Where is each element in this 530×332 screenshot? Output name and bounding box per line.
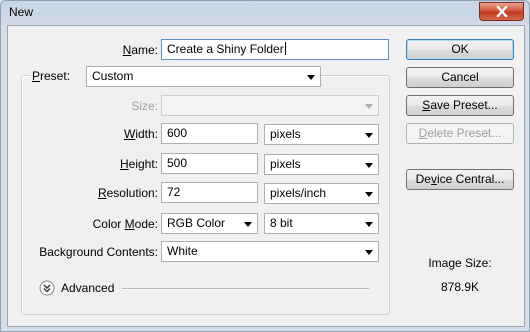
bit-depth-select[interactable]: 8 bit [264,213,379,234]
ok-button[interactable]: OK [406,39,514,60]
chevron-down-icon [365,250,373,255]
preset-label: Preset: [30,69,88,83]
width-input[interactable]: 600 [161,123,258,144]
background-contents-label: Background Contents: [39,245,158,259]
advanced-toggle[interactable] [39,280,55,296]
color-mode-label: Color Mode: [92,217,158,231]
size-label: Size: [131,99,158,113]
chevron-down-icon [244,222,252,227]
chevron-down-icon [365,104,373,109]
height-label: Height: [119,157,158,171]
close-icon [495,6,508,17]
width-unit-select[interactable]: pixels [264,124,379,145]
size-select [161,95,379,116]
background-contents-select[interactable]: White [161,241,379,262]
chevron-down-icon [365,133,373,138]
image-size-label: Image Size: [428,256,492,270]
preset-select[interactable]: Custom [86,66,321,87]
height-input[interactable]: 500 [161,153,258,174]
chevron-down-icon [365,192,373,197]
chevron-down-icon [365,163,373,168]
advanced-divider [122,288,369,290]
name-label: Name: [122,43,158,57]
image-size-value: 878.9K [440,280,480,294]
cancel-button[interactable]: Cancel [406,67,514,88]
height-unit-select[interactable]: pixels [264,154,379,175]
double-chevron-down-icon [39,280,55,296]
advanced-label: Advanced [61,281,115,295]
dialog-content: Name: Create a Shiny Folder Preset: Cust… [7,25,525,327]
resolution-input[interactable]: 72 [161,182,258,203]
resolution-unit-select[interactable]: pixels/inch [264,183,379,204]
close-button[interactable] [479,2,524,21]
resolution-label: Resolution: [97,186,158,200]
width-label: Width: [123,127,158,141]
window-title: New [9,5,34,19]
delete-preset-button: Delete Preset... [406,123,514,144]
device-central-button[interactable]: Device Central... [406,169,514,190]
dialog-window: New Name: Create a Shiny Folder Preset: … [0,0,530,332]
save-preset-button[interactable]: Save Preset... [406,95,514,116]
color-mode-select[interactable]: RGB Color [161,213,258,234]
chevron-down-icon [307,75,315,80]
name-input[interactable]: Create a Shiny Folder [161,39,389,60]
chevron-down-icon [365,222,373,227]
